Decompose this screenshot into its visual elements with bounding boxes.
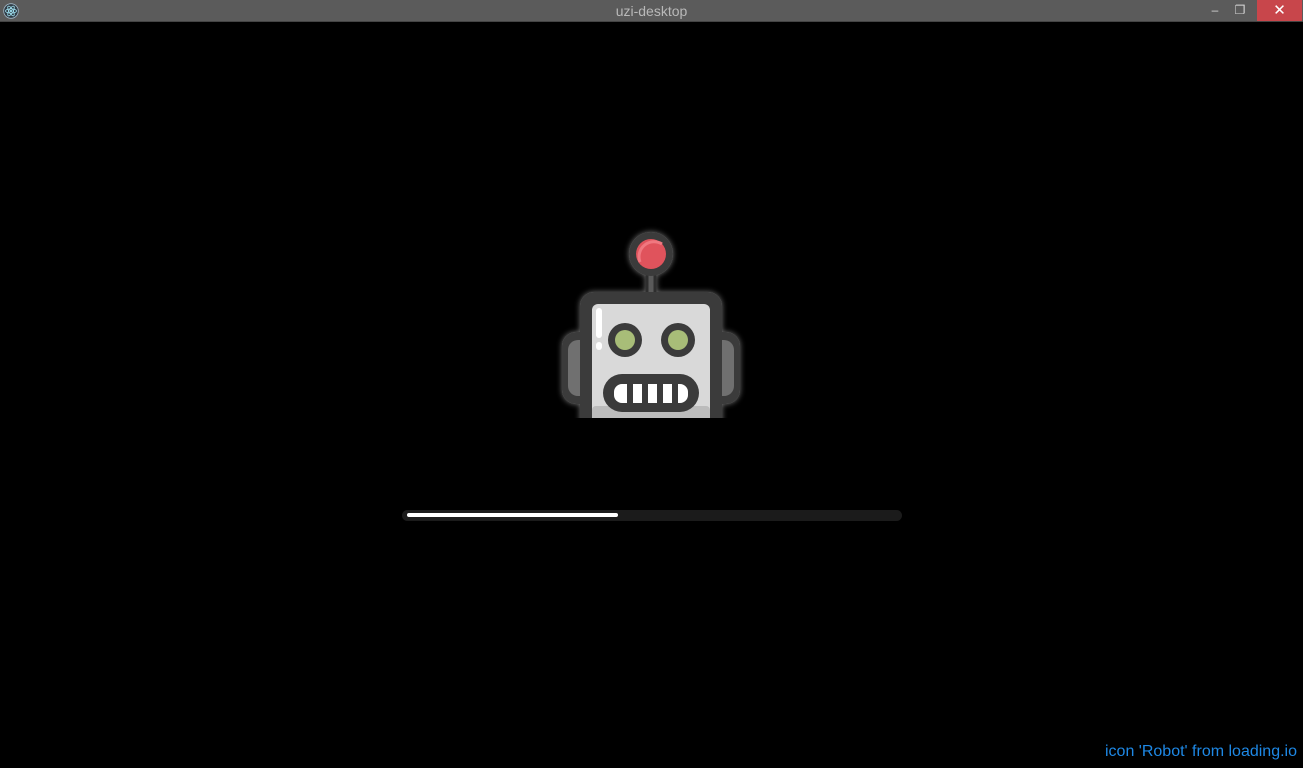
title-bar[interactable]: uzi-desktop – ❐ ✕ [0, 0, 1303, 22]
window-title: uzi-desktop [615, 3, 688, 19]
robot-icon [562, 232, 740, 418]
loading-progress-bar [402, 510, 902, 521]
loading-screen: icon 'Robot' from loading.io [0, 22, 1303, 768]
minimize-button[interactable]: – [1204, 0, 1226, 21]
maximize-button[interactable]: ❐ [1229, 0, 1251, 21]
close-button[interactable]: ✕ [1257, 0, 1302, 21]
progress-fill [407, 513, 618, 517]
icon-credit-link[interactable]: icon 'Robot' from loading.io [1105, 743, 1297, 761]
